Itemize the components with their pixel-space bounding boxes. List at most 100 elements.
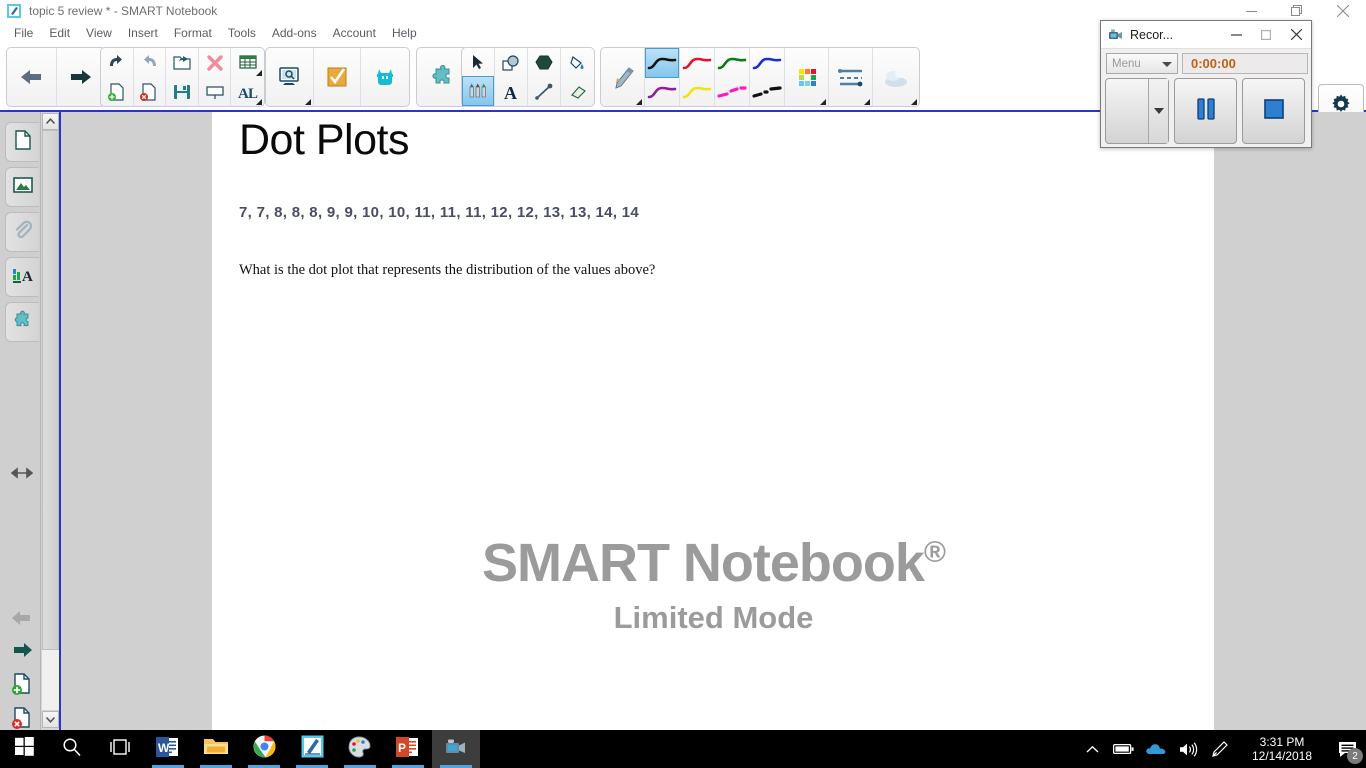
- paint-taskbar-button[interactable]: [336, 730, 384, 768]
- close-button[interactable]: [1320, 0, 1366, 22]
- recorder-maximize-button[interactable]: [1251, 21, 1281, 48]
- word-taskbar-button[interactable]: W: [144, 730, 192, 768]
- screen-capture-dropdown-icon[interactable]: [304, 99, 311, 105]
- sidebar-item-properties[interactable]: A: [5, 257, 39, 297]
- sidebar-scrollbar[interactable]: [41, 112, 61, 730]
- powerpoint-taskbar-button[interactable]: P: [384, 730, 432, 768]
- file-explorer-taskbar-button[interactable]: [192, 730, 240, 768]
- line-properties-dropdown-icon[interactable]: [864, 99, 870, 105]
- delete-button[interactable]: [199, 48, 231, 77]
- object-animation-dropdown-icon[interactable]: [911, 99, 917, 105]
- notebook-page[interactable]: Dot Plots 7, 7, 8, 8, 8, 9, 9, 10, 10, 1…: [212, 112, 1214, 730]
- search-button[interactable]: [48, 730, 96, 768]
- cloud-icon[interactable]: [1140, 730, 1172, 768]
- pen-magenta-dash-button[interactable]: [715, 77, 749, 106]
- pause-button[interactable]: [1174, 78, 1237, 144]
- save-button[interactable]: [166, 77, 198, 106]
- undo-button[interactable]: [101, 48, 133, 77]
- object-animation-button[interactable]: [873, 48, 919, 106]
- battery-icon[interactable]: [1108, 730, 1140, 768]
- next-page-button[interactable]: [57, 48, 106, 106]
- sidebar-item-page-sorter[interactable]: [5, 122, 39, 162]
- menu-item-insert[interactable]: Insert: [120, 24, 166, 42]
- add-page-button[interactable]: [6, 668, 38, 700]
- measurement-tool-button[interactable]: [361, 48, 409, 106]
- scroll-up-button[interactable]: [42, 113, 59, 130]
- scrollbar-track[interactable]: [42, 650, 59, 710]
- restore-button[interactable]: [1274, 0, 1320, 22]
- show-hidden-icons-button[interactable]: [1076, 730, 1108, 768]
- table-dropdown-icon[interactable]: [256, 70, 263, 76]
- pen-green-button[interactable]: [715, 48, 749, 77]
- pens-tool-button[interactable]: [462, 76, 494, 106]
- pen-style-button[interactable]: [601, 48, 644, 106]
- line-properties-button[interactable]: [829, 48, 872, 106]
- color-palette-button[interactable]: [785, 48, 828, 106]
- screen-shade-button[interactable]: [199, 77, 231, 106]
- recorder-menu-dropdown[interactable]: Menu: [1106, 53, 1178, 74]
- pen-black-dash-button[interactable]: [750, 77, 784, 106]
- shape-tool-button[interactable]: [495, 48, 527, 77]
- fonts-button[interactable]: A L: [231, 77, 264, 106]
- previous-page-button[interactable]: [7, 48, 56, 106]
- back-button[interactable]: [6, 602, 38, 634]
- puzzle-piece-icon: [12, 310, 34, 335]
- smart-notebook-taskbar-button[interactable]: [288, 730, 336, 768]
- pen-black-button[interactable]: [645, 48, 679, 78]
- new-page-button[interactable]: [101, 77, 133, 106]
- recorder-close-button[interactable]: [1281, 21, 1311, 48]
- color-palette-dropdown-icon[interactable]: [820, 99, 826, 105]
- pen-style-dropdown-icon[interactable]: [636, 99, 642, 105]
- scroll-down-button[interactable]: [42, 711, 59, 728]
- menu-item-help[interactable]: Help: [384, 24, 425, 42]
- menu-item-file[interactable]: File: [6, 24, 41, 42]
- recorder-minimize-button[interactable]: [1221, 21, 1251, 48]
- select-tool-button[interactable]: [462, 48, 494, 76]
- clock[interactable]: 3:31 PM 12/14/2018: [1236, 730, 1328, 768]
- pen-red-button[interactable]: [680, 48, 714, 77]
- fonts-dropdown-icon[interactable]: [256, 99, 263, 105]
- recorder-window[interactable]: Recor... Menu 0:00:00: [1100, 20, 1312, 148]
- menu-item-view[interactable]: View: [78, 24, 120, 42]
- fill-tool-button[interactable]: [561, 48, 594, 77]
- menu-item-addons[interactable]: Add-ons: [264, 24, 325, 42]
- pen-blue-button[interactable]: [750, 48, 784, 77]
- menu-item-tools[interactable]: Tools: [220, 24, 264, 42]
- workspace[interactable]: Dot Plots 7, 7, 8, 8, 8, 9, 9, 10, 10, 1…: [61, 112, 1366, 730]
- recorder-taskbar-button[interactable]: [432, 730, 480, 768]
- pen-yellow-button[interactable]: [680, 77, 714, 106]
- screen-capture-button[interactable]: [266, 48, 313, 106]
- redo-button[interactable]: [134, 48, 166, 77]
- minimize-button[interactable]: [1228, 0, 1274, 22]
- addons-button[interactable]: [417, 48, 467, 106]
- scrollbar-thumb[interactable]: [42, 130, 59, 650]
- record-options-dropdown[interactable]: [1148, 79, 1168, 143]
- line-tool-button[interactable]: [528, 77, 560, 106]
- record-button[interactable]: [1105, 78, 1169, 144]
- response-button[interactable]: [314, 48, 361, 106]
- response-cell: [314, 48, 362, 106]
- sidebar-item-addons[interactable]: [5, 302, 39, 342]
- menu-item-account[interactable]: Account: [325, 24, 384, 42]
- sidebar-item-attachments[interactable]: [5, 212, 39, 252]
- polygon-tool-button[interactable]: [528, 48, 560, 77]
- open-button[interactable]: [166, 48, 198, 77]
- menu-item-format[interactable]: Format: [166, 24, 220, 42]
- sidebar-item-gallery[interactable]: [5, 167, 39, 207]
- chrome-taskbar-button[interactable]: [240, 730, 288, 768]
- speaker-icon[interactable]: [1172, 730, 1204, 768]
- start-button[interactable]: [0, 730, 48, 768]
- task-view-button[interactable]: [96, 730, 144, 768]
- resize-sidebar-button[interactable]: [6, 457, 38, 489]
- notifications-button[interactable]: 2: [1328, 730, 1366, 768]
- stop-button[interactable]: [1242, 78, 1305, 144]
- eraser-tool-button[interactable]: [561, 77, 594, 106]
- menu-item-edit[interactable]: Edit: [41, 24, 78, 42]
- task-view-icon: [108, 738, 132, 761]
- forward-button[interactable]: [6, 634, 38, 666]
- pen-icon[interactable]: [1204, 730, 1236, 768]
- pen-purple-button[interactable]: [645, 78, 679, 106]
- text-tool-button[interactable]: A: [495, 77, 527, 106]
- insert-table-button[interactable]: [231, 48, 264, 77]
- delete-page-button[interactable]: [134, 77, 166, 106]
